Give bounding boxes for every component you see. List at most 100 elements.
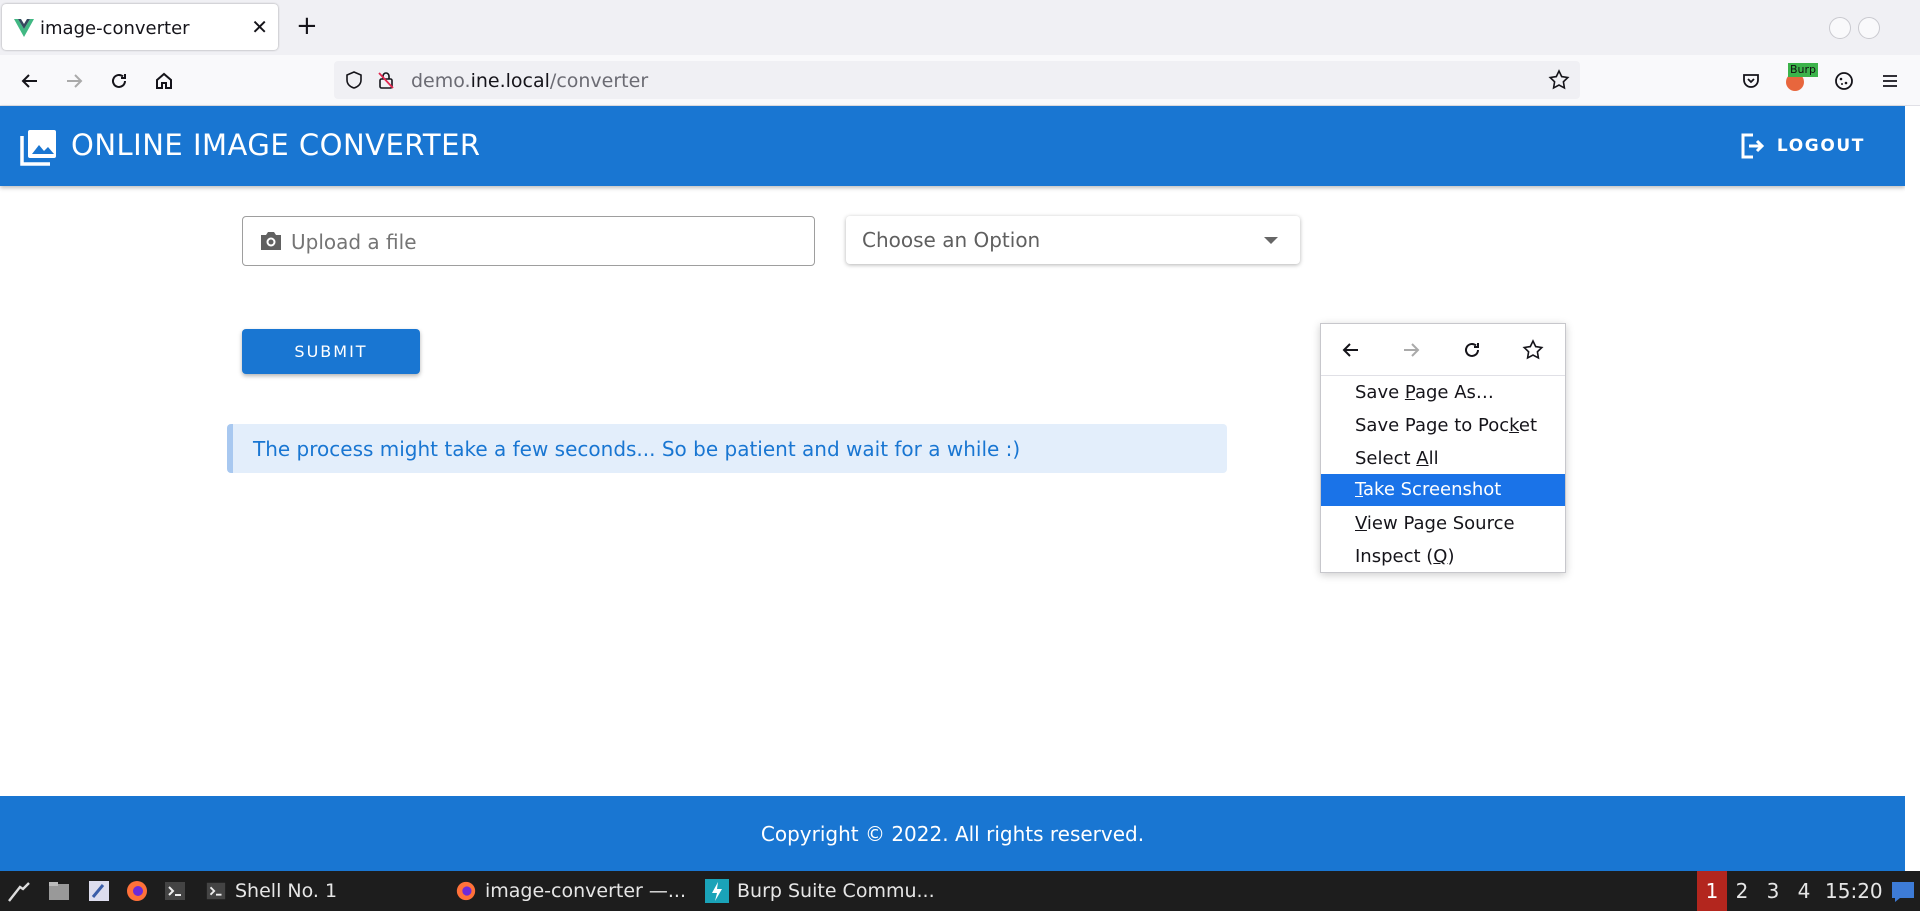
ctx-reload-button[interactable] — [1458, 336, 1486, 364]
task-burp[interactable]: Burp Suite Commu... — [705, 871, 935, 911]
ctx-back-button[interactable] — [1337, 336, 1365, 364]
shield-icon[interactable] — [344, 70, 364, 94]
burp-badge: Burp — [1788, 63, 1819, 77]
ctx-item-text: ) — [1447, 546, 1455, 567]
firefox-icon[interactable] — [125, 879, 149, 903]
terminal-icon[interactable] — [163, 879, 187, 903]
task-shell[interactable]: Shell No. 1 — [205, 871, 337, 911]
ctx-item-text: Inspect ( — [1355, 546, 1434, 567]
ctx-item-text: et — [1518, 415, 1538, 436]
ctx-forward-button[interactable] — [1397, 336, 1425, 364]
logout-icon — [1741, 133, 1765, 159]
app-menu-button[interactable] — [1872, 63, 1908, 99]
ctx-take-screenshot[interactable]: Take Screenshot — [1321, 474, 1565, 506]
bookmark-star-icon — [1522, 339, 1544, 360]
url-host: ine.local — [470, 70, 550, 92]
arrow-left-icon — [21, 74, 37, 88]
reload-icon — [1465, 342, 1479, 357]
ctx-item-text: age As… — [1414, 382, 1494, 403]
workspace-4[interactable]: 4 — [1789, 871, 1819, 911]
ctx-bookmark-button[interactable] — [1519, 336, 1547, 364]
url-text[interactable]: demo.ine.local/converter — [411, 70, 648, 92]
url-path: /converter — [549, 70, 649, 92]
camera-icon — [259, 230, 283, 256]
info-alert-text: The process might take a few seconds... … — [253, 437, 1021, 461]
task-label: Shell No. 1 — [235, 880, 338, 902]
insecure-lock-icon[interactable] — [376, 70, 396, 94]
ctx-save-page-as[interactable]: Save Page As… — [1321, 377, 1565, 409]
pocket-icon — [1743, 74, 1759, 88]
cookie-icon — [1835, 72, 1853, 90]
submit-button[interactable]: SUBMIT — [242, 329, 420, 374]
context-menu-nav — [1321, 324, 1565, 376]
file-upload-input[interactable]: Upload a file — [242, 216, 815, 266]
clock: 15:20 — [1825, 879, 1883, 903]
caret-down-icon — [1264, 237, 1278, 244]
kali-menu-icon[interactable] — [6, 879, 30, 903]
format-select[interactable]: Choose an Option — [846, 216, 1300, 264]
window-maximize-button[interactable] — [1858, 17, 1880, 39]
ctx-select-all[interactable]: Select All — [1321, 443, 1565, 475]
app-title: ONLINE IMAGE CONVERTER — [71, 128, 481, 162]
reload-icon — [112, 73, 126, 88]
ctx-item-text: Select — [1355, 448, 1417, 469]
home-button[interactable] — [146, 63, 182, 99]
tab-close-icon[interactable]: ✕ — [251, 15, 268, 39]
burp-suite-icon — [705, 879, 729, 903]
ctx-save-to-pocket[interactable]: Save Page to Pocket — [1321, 410, 1565, 442]
ctx-item-accesskey: A — [1416, 448, 1429, 469]
ctx-item-accesskey: T — [1355, 479, 1364, 500]
terminal-icon — [206, 882, 226, 900]
window-minimize-button[interactable] — [1829, 17, 1851, 39]
notification-icon[interactable] — [1891, 881, 1915, 905]
forward-button[interactable] — [56, 63, 92, 99]
logout-button[interactable]: LOGOUT — [1739, 128, 1865, 164]
workspace-1[interactable]: 1 — [1697, 871, 1727, 911]
ctx-item-accesskey: P — [1404, 382, 1415, 403]
burp-extension-icon: Burp — [1782, 63, 1819, 95]
bookmark-star-icon[interactable] — [1548, 69, 1570, 95]
image-gallery-icon — [20, 128, 58, 170]
reload-button[interactable] — [101, 63, 137, 99]
page-footer: Copyright © 2022. All rights reserved. — [0, 796, 1905, 871]
arrow-right-icon — [67, 74, 83, 88]
ctx-item-accesskey: Q — [1433, 546, 1448, 567]
os-taskbar: Shell No. 1 image-converter —... Burp Su… — [0, 871, 1920, 911]
context-menu: Save Page As… Save Page to Pocket Select… — [1320, 323, 1566, 573]
ctx-item-text: ll — [1428, 448, 1439, 469]
browser-tab[interactable]: image-converter ✕ — [2, 4, 278, 50]
info-alert: The process might take a few seconds... … — [227, 424, 1227, 473]
workspace-2[interactable]: 2 — [1727, 871, 1757, 911]
select-placeholder: Choose an Option — [862, 228, 1041, 252]
back-button[interactable] — [12, 63, 48, 99]
hamburger-menu-icon — [1883, 75, 1897, 87]
ctx-item-accesskey: V — [1355, 513, 1367, 534]
address-bar[interactable]: demo.ine.local/converter — [334, 61, 1580, 99]
url-prefix: demo. — [411, 70, 471, 92]
upload-placeholder: Upload a file — [291, 230, 417, 254]
vue-favicon-icon — [14, 19, 34, 41]
tab-title: image-converter — [40, 18, 190, 39]
task-label: Burp Suite Commu... — [737, 880, 935, 902]
ctx-view-page-source[interactable]: View Page Source — [1321, 508, 1565, 540]
arrow-right-icon — [1404, 343, 1420, 357]
file-manager-icon[interactable] — [47, 879, 71, 903]
new-tab-icon[interactable]: + — [296, 12, 318, 40]
text-editor-icon[interactable] — [87, 879, 111, 903]
ctx-item-text: Save Page to Poc — [1355, 415, 1510, 436]
task-label: image-converter —... — [485, 880, 687, 902]
ctx-item-accesskey: k — [1509, 415, 1519, 436]
workspace-3[interactable]: 3 — [1758, 871, 1788, 911]
ctx-inspect[interactable]: Inspect (Q) — [1321, 541, 1565, 573]
task-firefox[interactable]: image-converter —... — [455, 871, 686, 911]
ctx-item-text: ake Screenshot — [1363, 479, 1502, 500]
ctx-item-text: iew Page Source — [1366, 513, 1515, 534]
pocket-button[interactable] — [1733, 63, 1769, 99]
browser-tab-bar: image-converter ✕ + ✕ — [0, 0, 1920, 55]
logout-label: LOGOUT — [1776, 136, 1865, 156]
page-scrollbar[interactable] — [1905, 106, 1920, 871]
cookie-extension-button[interactable] — [1826, 63, 1862, 99]
burp-extension-button[interactable]: Burp — [1778, 63, 1819, 99]
browser-toolbar: demo.ine.local/converter Burp — [0, 55, 1920, 106]
firefox-icon — [456, 881, 476, 901]
